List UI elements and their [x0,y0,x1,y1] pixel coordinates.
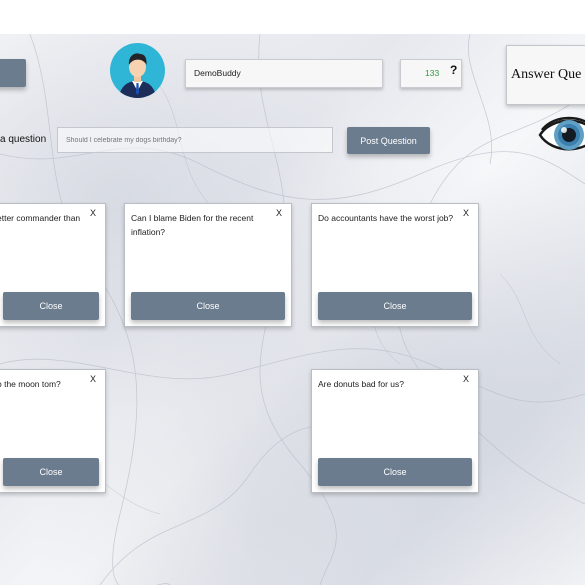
question-text: Are donuts bad for us? [318,379,405,389]
close-button[interactable]: Close [318,292,472,320]
question-input[interactable] [57,127,333,153]
menu-button-partial[interactable] [0,59,26,87]
close-button[interactable]: Close [318,458,472,486]
close-button[interactable]: Close [3,458,99,486]
dismiss-x-button[interactable]: X [90,374,96,384]
question-text: Can I blame Biden for the recent inflati… [131,213,254,237]
help-icon[interactable]: ? [450,63,457,77]
dismiss-x-button[interactable]: X [90,208,96,218]
question-text: Do accountants have the worst job? [318,213,454,223]
username-box: DemoBuddy [185,59,383,88]
dismiss-x-button[interactable]: X [276,208,282,218]
person-icon [118,53,157,98]
score-box: 133 ? [400,59,462,88]
question-text: etter commander than [0,213,81,223]
answer-questions-label: Answer Que [511,67,582,82]
question-card: etter commander than X Close [0,203,106,327]
question-card: Are donuts bad for us? X Close [311,369,479,493]
close-button[interactable]: Close [3,292,99,320]
close-button[interactable]: Close [131,292,285,320]
eye-icon[interactable] [538,110,585,160]
answer-questions-button[interactable]: Answer Que [506,45,585,105]
question-text: o the moon tom? [0,379,61,389]
dismiss-x-button[interactable]: X [463,208,469,218]
avatar[interactable] [110,43,165,98]
ask-question-label: a question [0,134,47,145]
score-value: 133 [425,68,440,78]
post-question-button[interactable]: Post Question [347,127,430,154]
question-card: o the moon tom? X Close [0,369,106,493]
dismiss-x-button[interactable]: X [463,374,469,384]
question-card: Do accountants have the worst job? X Clo… [311,203,479,327]
username-text: DemoBuddy [194,68,241,78]
question-card: Can I blame Biden for the recent inflati… [124,203,292,327]
eye-icon-graphic [538,116,585,151]
